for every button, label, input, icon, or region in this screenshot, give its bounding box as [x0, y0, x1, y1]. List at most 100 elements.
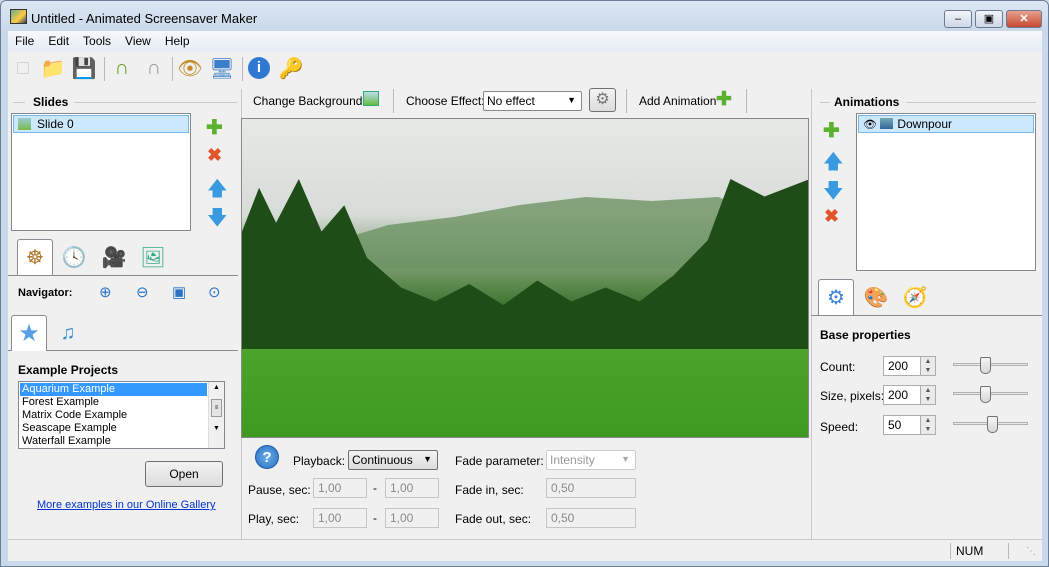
tab-compass[interactable]: 🧭 — [897, 279, 933, 315]
minimize-button[interactable]: – — [944, 10, 972, 28]
effect-settings-button[interactable]: ⚙ — [589, 88, 616, 112]
tab-clock[interactable]: 🕓 — [56, 239, 92, 275]
pause-from-input[interactable] — [313, 478, 367, 498]
menu-file[interactable]: File — [8, 31, 41, 48]
menu-tools[interactable]: Tools — [76, 31, 118, 48]
move-down-icon[interactable]: 🡇 — [823, 176, 844, 210]
play-label: Play, sec: — [248, 512, 300, 526]
chevron-down-icon: ▼ — [423, 454, 432, 464]
playback-select[interactable]: Continuous ▼ — [348, 450, 438, 470]
animation-item[interactable]: 👁 Downpour — [858, 115, 1034, 133]
close-button[interactable]: ✕ — [1006, 10, 1042, 28]
slides-list[interactable]: Slide 0 — [11, 113, 191, 231]
slider-thumb[interactable] — [979, 357, 991, 374]
count-spinner[interactable]: ▲ ▼ — [920, 356, 936, 376]
add-animation-icon[interactable]: ✚ — [716, 88, 732, 111]
panel-divider — [811, 89, 812, 561]
play-to-input[interactable] — [385, 508, 439, 528]
size-slider[interactable] — [953, 386, 1028, 403]
slider-thumb[interactable] — [979, 386, 991, 403]
online-gallery-link[interactable]: More examples in our Online Gallery — [37, 499, 216, 511]
tab-star[interactable]: ★ — [11, 315, 47, 351]
visibility-eye-icon[interactable]: 👁 — [863, 119, 877, 131]
tab-camera[interactable]: 🎥 — [96, 239, 132, 275]
open-button[interactable]: Open — [145, 461, 223, 487]
playback-value: Continuous — [352, 453, 413, 467]
play-from-input[interactable] — [313, 508, 367, 528]
change-background-icon[interactable] — [363, 91, 379, 106]
fit-icon[interactable]: ▣ — [172, 283, 186, 301]
menu-edit[interactable]: Edit — [41, 31, 76, 48]
example-item[interactable]: Waterfall Example — [20, 435, 207, 448]
example-item[interactable]: Forest Example — [20, 396, 207, 409]
animations-title: Animations — [834, 95, 900, 109]
undo-icon[interactable]: ∩ — [109, 55, 135, 81]
speed-spinner[interactable]: ▲ ▼ — [920, 415, 936, 435]
count-label: Count: — [820, 360, 856, 374]
help-icon[interactable]: ? — [255, 445, 279, 469]
menu-help[interactable]: Help — [158, 31, 197, 48]
count-input[interactable] — [883, 356, 921, 376]
add-slide-icon[interactable]: ✚ — [206, 115, 223, 140]
tab-music[interactable]: ♫ — [50, 315, 86, 351]
image-icon — [18, 118, 31, 130]
animations-list[interactable]: 👁 Downpour — [856, 113, 1036, 271]
slide-item[interactable]: Slide 0 — [13, 115, 189, 133]
delete-animation-icon[interactable]: ✖ — [824, 206, 839, 227]
status-separator — [1008, 543, 1009, 559]
resize-grip[interactable]: ⋱ — [1026, 546, 1036, 557]
example-item[interactable]: Aquarium Example — [20, 383, 207, 396]
zoom-out-icon[interactable]: ⊖ — [136, 283, 149, 301]
fade-out-label: Fade out, sec: — [455, 512, 532, 526]
fade-out-input[interactable] — [546, 508, 636, 528]
open-folder-icon[interactable]: 📁 — [40, 55, 66, 81]
pause-label: Pause, sec: — [248, 483, 311, 497]
count-slider[interactable] — [953, 357, 1028, 374]
tab-wheel[interactable]: ☸ — [17, 239, 53, 275]
window-title: Untitled - Animated Screensaver Maker — [31, 11, 258, 26]
tab-palette[interactable]: 🎨 — [858, 279, 894, 315]
about-info-icon[interactable]: i — [246, 55, 272, 81]
app-icon — [10, 9, 27, 24]
menu-view[interactable]: View — [118, 31, 158, 48]
speed-slider[interactable] — [953, 416, 1028, 433]
divider — [13, 102, 25, 103]
examples-list[interactable]: Aquarium Example Forest Example Matrix C… — [18, 381, 225, 449]
new-file-icon[interactable]: □ — [10, 55, 36, 81]
meadow — [242, 349, 808, 437]
preview-eye-icon[interactable]: 👁 — [177, 55, 203, 81]
move-down-icon[interactable]: 🡇 — [207, 203, 228, 237]
pause-to-input[interactable] — [385, 478, 439, 498]
navigator-label: Navigator: — [18, 287, 73, 299]
add-animation-list-icon[interactable]: ✚ — [823, 118, 840, 143]
maximize-button[interactable]: ▣ — [975, 10, 1003, 28]
size-input[interactable] — [883, 385, 921, 405]
example-item[interactable]: Seascape Example — [20, 422, 207, 435]
example-item[interactable]: Matrix Code Example — [20, 409, 207, 422]
tab-gears[interactable]: ⚙ — [818, 279, 854, 315]
fade-in-input[interactable] — [546, 478, 636, 498]
tab-image-info[interactable]: 🖼 — [135, 239, 171, 275]
fade-parameter-select[interactable]: Intensity ▼ — [546, 450, 636, 470]
animation-label: Downpour — [897, 117, 953, 131]
effect-select[interactable]: No effect ▼ — [483, 91, 582, 111]
zoom-in-icon[interactable]: ⊕ — [99, 283, 112, 301]
add-animation-button[interactable]: Add Animation — [639, 94, 716, 108]
examples-scrollbar[interactable]: ▲ ≡ ▼ — [208, 382, 224, 448]
base-properties-title: Base properties — [820, 328, 911, 342]
save-icon[interactable]: 💾 — [71, 55, 97, 81]
run-screensaver-icon[interactable]: 🖥 — [209, 55, 235, 81]
delete-slide-icon[interactable]: ✖ — [207, 145, 222, 166]
status-bar: NUM ⋱ — [8, 539, 1042, 561]
size-spinner[interactable]: ▲ ▼ — [920, 385, 936, 405]
change-background-button[interactable]: Change Background — [253, 94, 362, 108]
app-window: Untitled - Animated Screensaver Maker – … — [0, 0, 1049, 567]
divider — [820, 102, 830, 103]
toolbar-separator — [104, 57, 105, 81]
zoom-reset-icon[interactable]: ⊙ — [208, 283, 221, 301]
redo-icon[interactable]: ∩ — [141, 55, 167, 81]
preview-canvas[interactable] — [241, 118, 809, 438]
slider-thumb[interactable] — [986, 416, 998, 433]
speed-input[interactable] — [883, 415, 921, 435]
register-key-icon[interactable]: 🔑 — [278, 55, 304, 81]
